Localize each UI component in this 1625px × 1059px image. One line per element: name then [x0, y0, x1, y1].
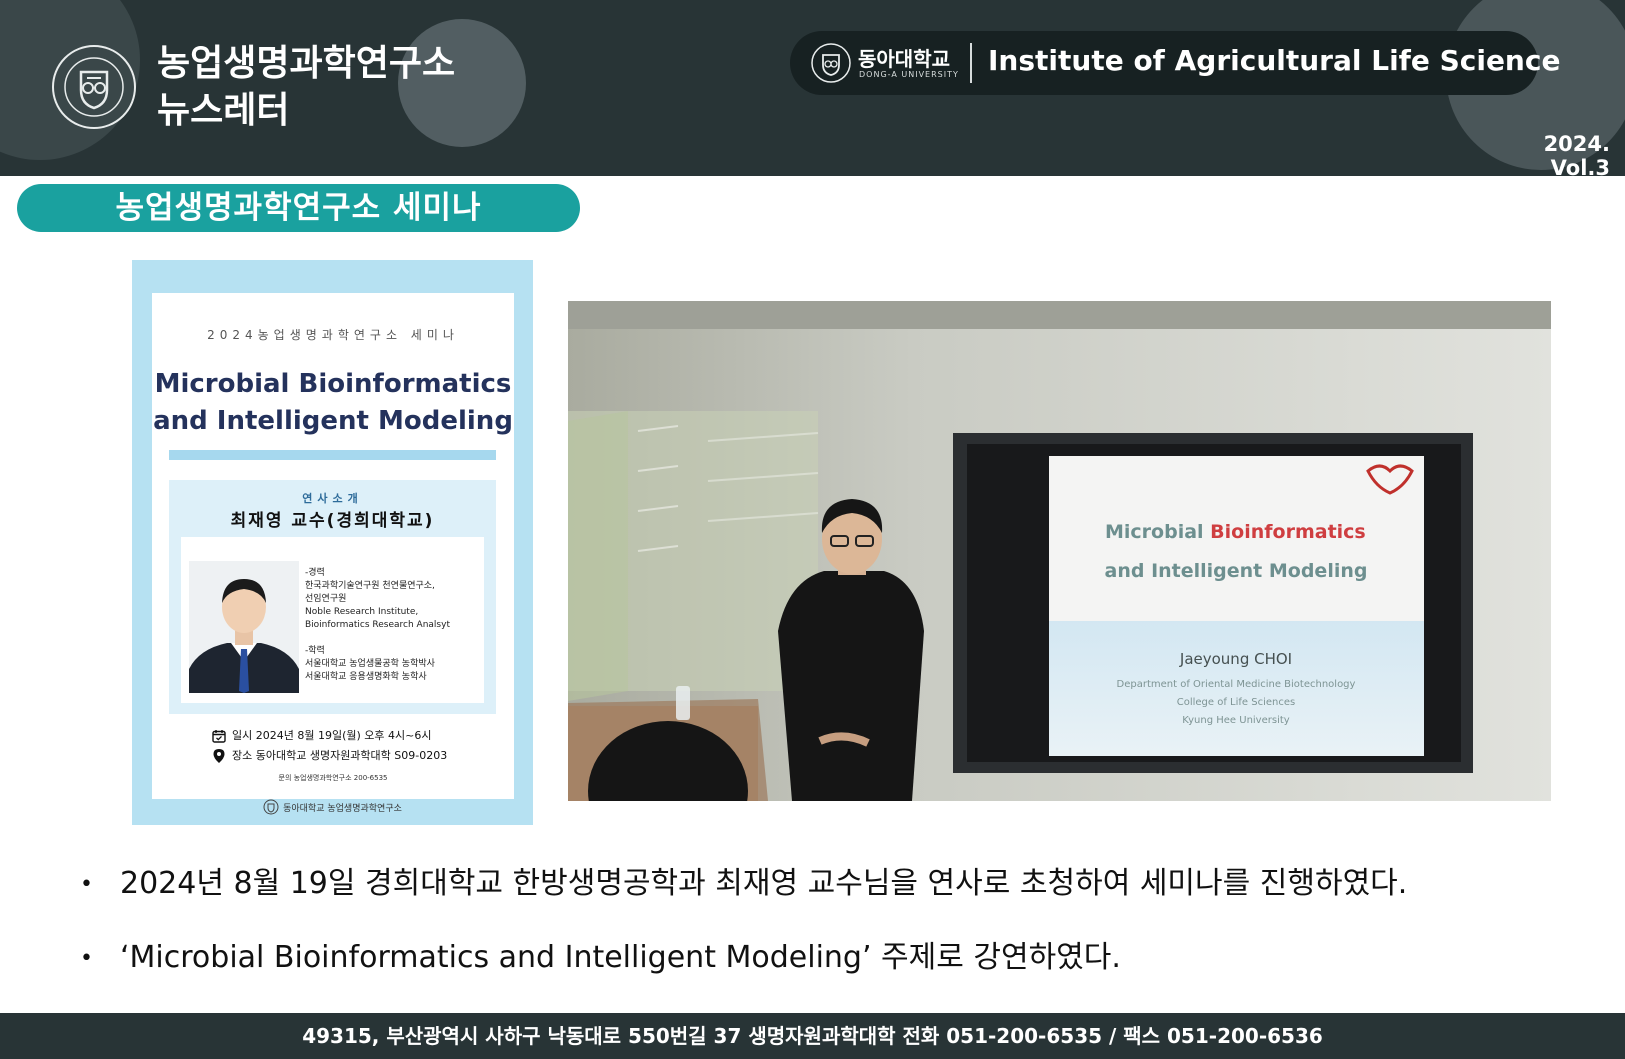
slide-college: College of Life Sciences — [1177, 697, 1295, 708]
badge-divider — [970, 43, 972, 83]
seminar-photo-scene: Microbial Bioinformatics and Intelligent… — [568, 301, 1551, 801]
section-title: 농업생명과학연구소 세미나 — [17, 184, 580, 232]
poster-title-line1: Microbial Bioinformatics — [154, 369, 512, 399]
seminar-photo: Microbial Bioinformatics and Intelligent… — [568, 301, 1551, 801]
speaker-portrait — [189, 561, 299, 693]
university-name-en: DONG-A UNIVERSITY — [859, 70, 959, 79]
university-logo-icon — [811, 43, 851, 83]
header-banner: 농업생명과학연구소 뉴스레터 동아대학교 DONG-A UNIVERSITY I… — [0, 0, 1625, 176]
list-item-text: ‘Microbial Bioinformatics and Intelligen… — [120, 940, 1121, 975]
location-pin-icon — [213, 749, 225, 763]
newsletter-title-line2: 뉴스레터 — [157, 90, 290, 131]
event-contact: 문의 농업생명과학연구소 200-6535 — [278, 774, 388, 782]
volume-label: 2024. Vol.3 — [1543, 132, 1610, 176]
event-place: 장소 동아대학교 생명자원과학대학 S09-0203 — [232, 749, 448, 762]
poster-title-line2: and Intelligent Modeling — [153, 406, 513, 436]
slide-dept: Department of Oriental Medicine Biotechn… — [1117, 679, 1356, 690]
event-date: 일시 2024년 8월 19일(월) 오후 4시~6시 — [232, 729, 432, 742]
university-name-ko: 동아대학교 — [858, 47, 950, 71]
newsletter-title-line1: 농업생명과학연구소 — [157, 43, 456, 84]
speaker-name: 최재영 교수(경희대학교) — [230, 511, 435, 531]
list-item-text: 2024년 8월 19일 경희대학교 한방생명공학과 최재영 교수님을 연사로 … — [120, 866, 1408, 901]
institute-badge: 동아대학교 DONG-A UNIVERSITY Institute of Agr… — [790, 31, 1560, 95]
university-seal-icon — [52, 45, 136, 129]
seminar-poster: 2024농업생명과학연구소 세미나 Microbial Bioinformati… — [132, 260, 533, 825]
slide-univ: Kyung Hee University — [1182, 715, 1289, 726]
svg-text:Microbial Bioinformatics: Microbial Bioinformatics — [1105, 521, 1366, 543]
poster-title: Microbial Bioinformatics and Intelligent… — [152, 366, 514, 440]
list-item: • ‘Microbial Bioinformatics and Intellige… — [80, 932, 1121, 976]
newsletter-title: 농업생명과학연구소 뉴스레터 — [157, 40, 455, 134]
bullet-marker: • — [80, 872, 93, 897]
poster-footer-text: 동아대학교 농업생명과학연구소 — [283, 803, 402, 814]
speaker-bio: -경력 한국과학기술연구원 천연물연구소, 선임연구원 Noble Resear… — [305, 568, 450, 682]
slide-speaker: Jaeyoung CHOI — [1179, 650, 1292, 668]
speaker-kicker: 연사소개 — [302, 492, 363, 505]
list-item: • 2024년 8월 19일 경희대학교 한방생명공학과 최재영 교수님을 연사로… — [80, 858, 1407, 902]
footer-address: 49315, 부산광역시 사하구 낙동대로 550번길 37 생명자원과학대학 … — [0, 1013, 1625, 1059]
speaker-profile: -경력 한국과학기술연구원 천연물연구소, 선임연구원 Noble Resear… — [181, 537, 484, 703]
poster-kicker: 2024농업생명과학연구소 세미나 — [207, 328, 459, 342]
poster-card: 2024농업생명과학연구소 세미나 Microbial Bioinformati… — [152, 293, 514, 799]
speaker-box: 연사소개 최재영 교수(경희대학교) -경력 한국과학기술연구원 천연물연구소,… — [169, 480, 496, 714]
event-info: 일시 2024년 8월 19일(월) 오후 4시~6시 장소 동아대학교 생명자… — [212, 726, 447, 766]
slide-title-part1: Microbial — [1105, 521, 1210, 543]
slide-title-part2: Bioinformatics — [1210, 521, 1366, 543]
poster-divider — [169, 450, 496, 460]
university-logo-icon — [263, 799, 279, 815]
calendar-icon — [212, 730, 226, 743]
slide-title-line2: and Intelligent Modeling — [1105, 560, 1368, 582]
bullet-marker: • — [80, 946, 93, 971]
poster-footer: 동아대학교 농업생명과학연구소 — [132, 799, 533, 815]
institute-name-en: Institute of Agricultural Life Science — [988, 44, 1561, 77]
